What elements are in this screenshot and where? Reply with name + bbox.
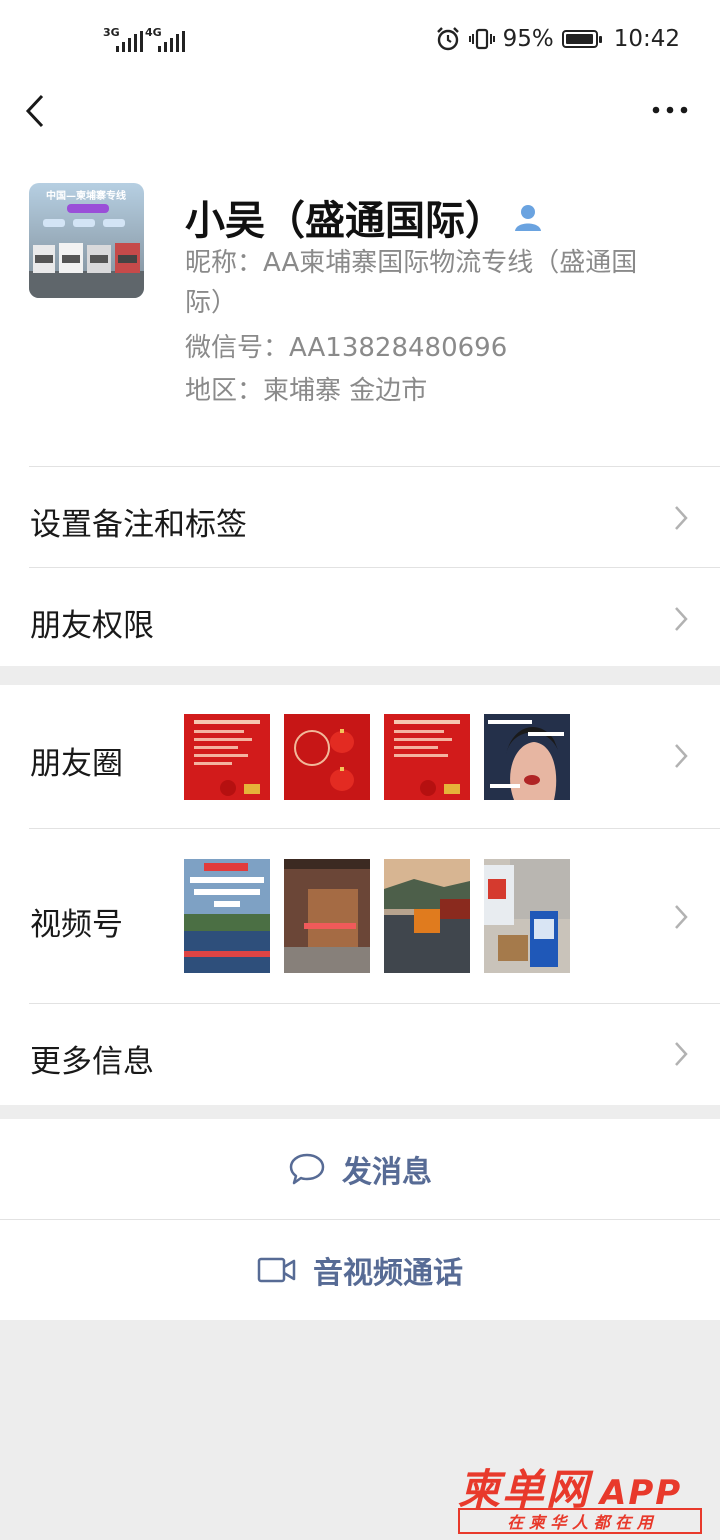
moments-thumbnail: [384, 714, 470, 800]
row-remarks-and-tags[interactable]: 设置备注和标签: [0, 467, 720, 567]
vibrate-icon: [468, 28, 495, 50]
nav-bar: [0, 80, 720, 160]
region: 地区：柬埔寨 金边市: [185, 376, 428, 406]
nickname-line-1: 昵称：AA柬埔寨国际物流专线（盛通国: [185, 248, 638, 278]
channel-video-thumbnail: [484, 859, 570, 973]
moments-thumbnail: [484, 714, 570, 800]
row-channels[interactable]: 视频号: [0, 829, 720, 1003]
chevron-right-icon: [675, 1042, 688, 1066]
signal-strength-icon: [116, 30, 143, 52]
video-camera-icon: [257, 1257, 296, 1283]
contact-name-row: 小吴（盛通国际）: [185, 188, 543, 246]
wechat-id: 微信号：AA13828480696: [185, 333, 508, 363]
battery-icon: [561, 30, 602, 48]
avatar[interactable]: 中国—柬埔寨专线: [29, 183, 144, 298]
nickname-line-2: 际）: [185, 288, 238, 318]
send-message-button[interactable]: 发消息: [0, 1119, 720, 1219]
alarm-icon: [436, 27, 459, 51]
chevron-right-icon: [675, 744, 688, 768]
contact-name: 小吴（盛通国际）: [185, 198, 505, 244]
row-more-info[interactable]: 更多信息: [0, 1004, 720, 1104]
channel-video-thumbnail: [184, 859, 270, 973]
row-permissions-label: 朋友权限: [30, 608, 154, 644]
moments-thumbnail: [184, 714, 270, 800]
channel-video-thumbnail: [384, 859, 470, 973]
avatar-caption: 中国—柬埔寨专线: [46, 189, 126, 202]
chevron-right-icon: [675, 607, 688, 631]
moments-thumbnail: [284, 714, 370, 800]
row-friend-permissions[interactable]: 朋友权限: [0, 568, 720, 666]
chat-bubble-icon: [289, 1153, 325, 1185]
watermark-slogan: 在 柬 华 人 都 在 用: [507, 1513, 653, 1532]
moments-thumbnails: [184, 714, 570, 800]
watermark-app: APP: [600, 1473, 683, 1513]
video-call-button[interactable]: 音视频通话: [0, 1220, 720, 1320]
row-remarks-label: 设置备注和标签: [30, 507, 247, 543]
battery-percent: 95%: [502, 26, 554, 52]
video-call-label: 音视频通话: [313, 1256, 463, 1291]
row-channels-label: 视频号: [30, 907, 123, 943]
chevron-right-icon: [675, 506, 688, 530]
row-more-info-label: 更多信息: [30, 1044, 154, 1080]
profile-header: 中国—柬埔寨专线 小吴（盛通国际） 昵称：AA柬埔寨国际物流专线（盛通国 际） …: [0, 160, 720, 666]
channels-thumbnails: [184, 859, 570, 973]
channel-video-thumbnail: [284, 859, 370, 973]
clock: 10:42: [613, 26, 680, 52]
status-bar: 3G 4G 95% 10:42: [0, 0, 720, 80]
signal-strength-icon-2: [158, 30, 185, 52]
chevron-right-icon: [675, 905, 688, 929]
watermark-logo: 柬单网 APP 在 柬 华 人 都 在 用: [458, 1456, 708, 1536]
back-arrow-icon[interactable]: [22, 94, 62, 134]
row-moments-label: 朋友圈: [30, 746, 123, 782]
more-options-icon[interactable]: [650, 98, 690, 128]
send-message-label: 发消息: [342, 1155, 432, 1190]
gender-person-icon: [515, 205, 541, 231]
content-section: 朋友圈 视频号 更多信息: [0, 685, 720, 1105]
row-moments[interactable]: 朋友圈: [0, 685, 720, 828]
